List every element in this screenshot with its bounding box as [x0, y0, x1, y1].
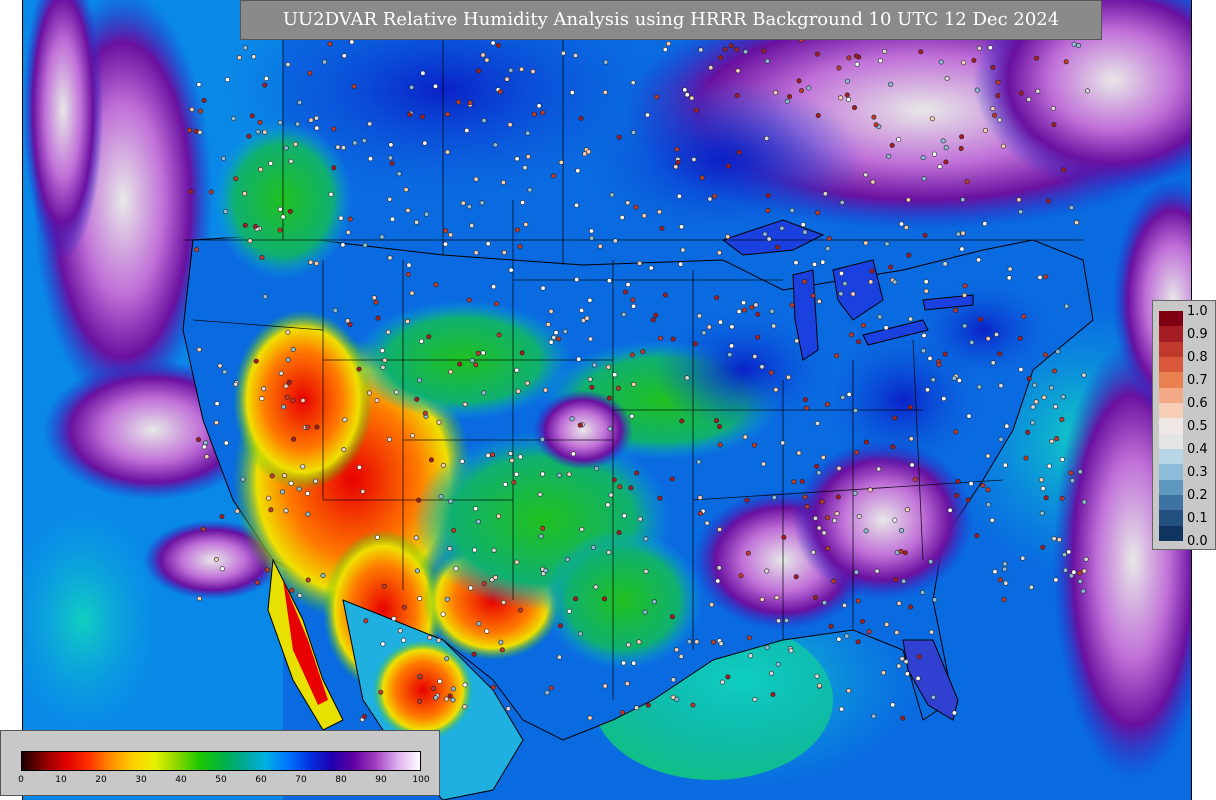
rh-colorbar-tick: 50: [215, 775, 227, 785]
weight-colorbar-swatch: [1159, 403, 1183, 419]
rh-colorbar-tick: 30: [135, 775, 147, 785]
weight-colorbar-label: 0.7: [1187, 373, 1208, 388]
weight-colorbar: 1.0 0.9 0.8 0.7 0.6 0.5 0.4 0.3 0.2 0.1 0.0: [1152, 300, 1216, 550]
rh-colorbar-tick: 100: [412, 775, 430, 785]
weight-colorbar-swatch: [1159, 311, 1183, 327]
weight-colorbar-swatch: [1159, 479, 1183, 496]
rh-colorbar-tick: 40: [175, 775, 187, 785]
weight-colorbar-swatch: [1159, 341, 1183, 358]
rh-colorbar: 0 10 20 30 40 50 60 70 80 90 100: [0, 730, 440, 796]
weight-colorbar-label: 0.9: [1187, 327, 1208, 342]
weight-colorbar-label: 0.8: [1187, 350, 1208, 365]
rh-colorbar-tick: 70: [295, 775, 307, 785]
weight-colorbar-label: 0.5: [1187, 419, 1208, 434]
rh-colorbar-tick: 20: [95, 775, 107, 785]
weight-colorbar-swatch: [1159, 326, 1183, 343]
weight-colorbar-label: 1.0: [1187, 304, 1208, 319]
weight-colorbar-swatch: [1159, 495, 1183, 511]
rh-colorbar-tick: 80: [335, 775, 347, 785]
rh-colorbar-tick: 0: [18, 775, 24, 785]
weight-colorbar-swatch: [1159, 510, 1183, 527]
rh-colorbar-tick: 60: [255, 775, 267, 785]
weight-colorbar-swatch: [1159, 464, 1183, 481]
rh-colorbar-tick: 90: [375, 775, 387, 785]
weight-colorbar-label: 0.2: [1187, 488, 1208, 503]
weight-colorbar-swatch: [1159, 525, 1183, 542]
weight-colorbar-label: 0.1: [1187, 511, 1208, 526]
weight-colorbar-swatch: [1159, 372, 1183, 389]
weight-colorbar-swatch: [1159, 433, 1183, 450]
weight-colorbar-swatch: [1159, 418, 1183, 435]
weight-colorbar-label: 0.0: [1187, 534, 1208, 549]
rh-analysis-map: [23, 0, 1191, 800]
rh-colorbar-tick: 10: [55, 775, 67, 785]
rh-colorbar-gradient: [21, 751, 421, 771]
weight-colorbar-label: 0.3: [1187, 465, 1208, 480]
weight-colorbar-swatch: [1159, 449, 1183, 465]
weight-colorbar-label: 0.6: [1187, 396, 1208, 411]
weight-colorbar-swatch: [1159, 357, 1183, 373]
map-title: UU2DVAR Relative Humidity Analysis using…: [240, 0, 1102, 40]
weight-colorbar-swatch: [1159, 387, 1183, 404]
map-area[interactable]: [22, 0, 1192, 800]
weight-colorbar-label: 0.4: [1187, 442, 1208, 457]
